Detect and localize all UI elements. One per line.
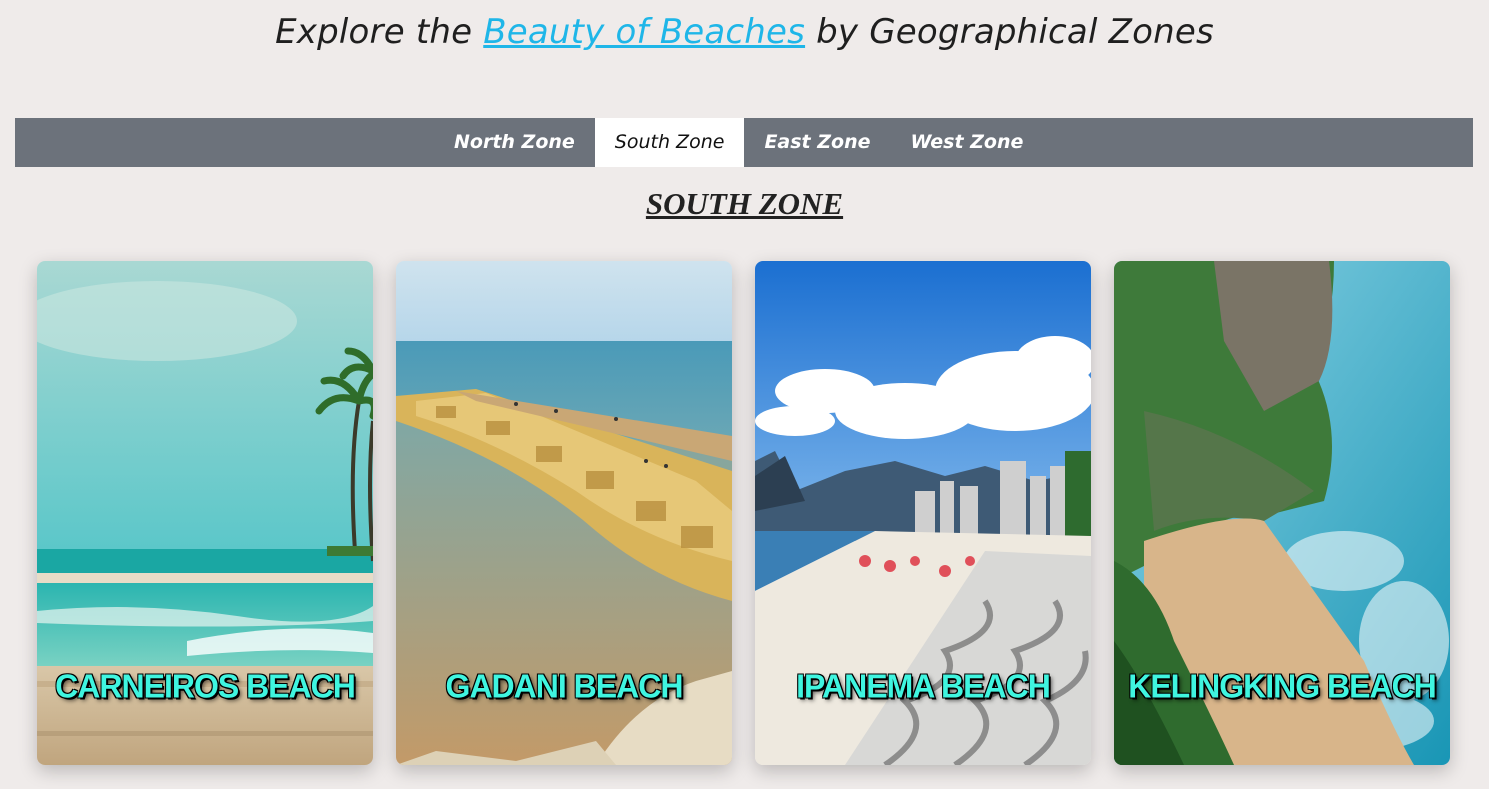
card-label-gadani: GADANI BEACH	[445, 667, 684, 705]
zone-navbar: North Zone South Zone East Zone West Zon…	[15, 118, 1473, 167]
section-heading: SOUTH ZONE	[645, 186, 844, 221]
beach-card-carneiros[interactable]: CARNEIROS BEACH	[37, 261, 373, 765]
title-suffix: by Geographical Zones	[805, 12, 1214, 52]
card-label-ipanema: IPANEMA BEACH	[796, 667, 1051, 705]
tab-east-zone[interactable]: East Zone	[744, 118, 890, 167]
tab-north-zone[interactable]: North Zone	[434, 118, 595, 167]
tab-west-zone[interactable]: West Zone	[891, 118, 1044, 167]
beach-card-ipanema[interactable]: IPANEMA BEACH	[755, 261, 1091, 765]
card-label-kelingking: KELINGKING BEACH	[1128, 667, 1437, 705]
title-prefix: Explore the	[275, 12, 484, 52]
card-label-carneiros: CARNEIROS BEACH	[55, 667, 356, 705]
beach-card-kelingking[interactable]: KELINGKING BEACH	[1114, 261, 1450, 765]
tab-south-zone[interactable]: South Zone	[594, 118, 745, 167]
page-title: Explore the Beauty of Beaches by Geograp…	[0, 12, 1489, 52]
zone-tabs: North Zone South Zone East Zone West Zon…	[434, 118, 1043, 167]
beach-card-gadani[interactable]: GADANI BEACH	[396, 261, 732, 765]
title-link[interactable]: Beauty of Beaches	[483, 12, 805, 52]
